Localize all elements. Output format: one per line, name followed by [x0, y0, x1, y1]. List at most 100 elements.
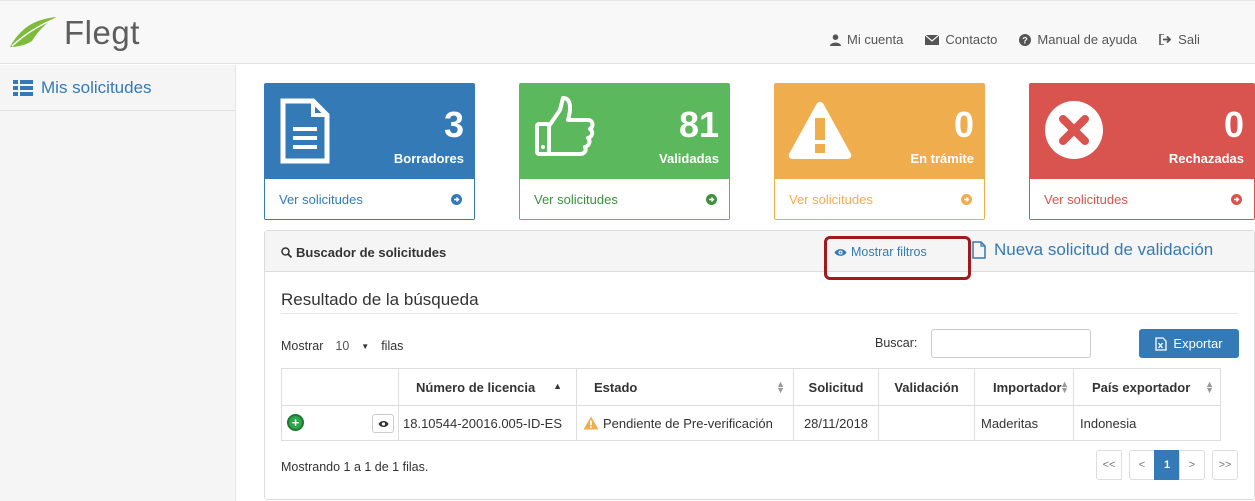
col-license-number-label: Número de licencia — [416, 379, 536, 395]
new-request-label: Nueva solicitud de validación — [994, 240, 1214, 259]
col-request: Solicitud — [793, 368, 879, 406]
validated-label: Validadas — [659, 151, 719, 166]
help-manual-link[interactable]: ? Manual de ayuda — [1019, 32, 1137, 47]
col-export-country[interactable]: País exportador ▲ ▼ — [1073, 368, 1221, 406]
file-excel-icon — [1155, 336, 1168, 351]
rejected-label: Rechazadas — [1168, 151, 1244, 166]
view-row-button[interactable] — [372, 414, 394, 433]
envelope-icon — [925, 34, 940, 45]
caret-down-icon: ▼ — [361, 341, 370, 351]
app-name: Flegt — [64, 13, 140, 51]
sidebar-item-my-requests[interactable]: Mis solicitudes — [0, 65, 235, 111]
warning-icon — [583, 416, 599, 430]
request-date-cell: 28/11/2018 — [793, 405, 879, 441]
prev-page-button[interactable]: < — [1129, 450, 1155, 480]
page-size-select[interactable]: 10 ▼ — [329, 335, 375, 357]
col-export-country-label: País exportador — [1092, 379, 1191, 395]
rejected-view-link[interactable]: Ver solicitudes — [1030, 179, 1254, 219]
next-page-button[interactable]: > — [1179, 450, 1205, 480]
drafts-card-header: 3 Borradores — [265, 84, 474, 179]
question-circle-icon: ? — [1019, 33, 1032, 46]
search-panel: Buscador de solicitudes Mostrar filtros … — [264, 230, 1255, 500]
in-progress-view-label: Ver solicitudes — [789, 191, 873, 207]
times-circle-icon — [1045, 101, 1103, 159]
export-country-cell: Indonesia — [1073, 405, 1221, 441]
license-number-cell: 18.10544-20016.005-ID-ES — [398, 405, 577, 441]
sort-icon: ▲ ▼ — [1205, 379, 1214, 395]
table-row: + 18.10544-20016.005-ID-ES Pendiente de … — [281, 405, 1221, 441]
help-manual-label: Manual de ayuda — [1037, 32, 1138, 47]
my-account-link[interactable]: Mi cuenta — [830, 32, 903, 47]
first-page-button[interactable]: << — [1096, 450, 1122, 480]
new-request-button[interactable]: Nueva solicitud de validación — [972, 240, 1213, 260]
top-nav-links: Mi cuenta Contacto ? Manual de ayuda Sal… — [830, 32, 1222, 47]
sign-out-icon — [1159, 34, 1172, 45]
rows-label: filas — [381, 339, 404, 353]
col-importer[interactable]: Importador ▲ ▼ — [974, 368, 1074, 406]
result-title: Resultado de la búsqueda — [281, 290, 479, 309]
col-status[interactable]: Estado ▲ ▼ — [576, 368, 794, 406]
logout-link[interactable]: Sali — [1159, 32, 1200, 47]
validation-cell — [878, 405, 975, 441]
user-icon — [830, 33, 841, 46]
col-validation: Validación — [878, 368, 975, 406]
search-panel-header: Buscador de solicitudes Mostrar filtros … — [265, 231, 1254, 272]
in-progress-card-header: 0 En trámite — [775, 84, 984, 179]
rejected-card: 0 Rechazadas Ver solicitudes — [1029, 83, 1255, 220]
in-progress-count: 0 — [953, 104, 974, 145]
results-table: Número de licencia ▲ Estado ▲ ▼ Solicitud V… — [281, 368, 1221, 441]
file-icon — [972, 241, 986, 259]
contact-label: Contacto — [945, 32, 998, 47]
page-size-value: 10 — [335, 339, 350, 353]
drafts-card: 3 Borradores Ver solicitudes — [264, 83, 475, 220]
rejected-view-label: Ver solicitudes — [1044, 191, 1128, 207]
drafts-label: Borradores — [393, 151, 464, 166]
pagination: << < 1 > >> — [1096, 450, 1238, 480]
eye-icon — [378, 420, 388, 427]
last-page-button[interactable]: >> — [1212, 450, 1238, 480]
validated-view-link[interactable]: Ver solicitudes — [520, 179, 729, 219]
validated-count: 81 — [678, 104, 719, 145]
in-progress-view-link[interactable]: Ver solicitudes — [775, 179, 984, 219]
rejected-count: 0 — [1223, 104, 1244, 145]
col-status-label: Estado — [594, 379, 638, 395]
status-cell: Pendiente de Pre-verificación — [576, 405, 794, 441]
row-actions: + — [281, 405, 399, 441]
col-actions — [281, 368, 399, 406]
thumbs-up-icon — [535, 96, 595, 156]
validated-view-label: Ver solicitudes — [534, 191, 618, 207]
leaf-icon — [10, 17, 56, 47]
drafts-count: 3 — [443, 104, 464, 145]
my-account-label: Mi cuenta — [847, 32, 904, 47]
pagination-info: Mostrando 1 a 1 de 1 filas. — [281, 460, 429, 474]
arrow-circle-right-icon — [1231, 193, 1242, 205]
contact-link[interactable]: Contacto — [925, 32, 997, 47]
arrow-circle-right-icon — [706, 193, 717, 205]
sort-icon: ▲ ▼ — [776, 379, 785, 395]
export-button[interactable]: Exportar — [1139, 329, 1239, 358]
page-1-button[interactable]: 1 — [1154, 450, 1180, 480]
warning-icon — [788, 102, 852, 159]
status-text: Pendiente de Pre-verificación — [603, 415, 773, 431]
app-logo[interactable]: Flegt — [8, 15, 140, 49]
search-input[interactable] — [931, 329, 1091, 358]
in-progress-card: 0 En trámite Ver solicitudes — [774, 83, 985, 220]
expand-row-button[interactable]: + — [287, 414, 304, 431]
importer-cell: Maderitas — [974, 405, 1074, 441]
arrow-circle-right-icon — [451, 193, 462, 205]
col-license-number[interactable]: Número de licencia ▲ — [398, 368, 577, 406]
panel-title: Buscador de solicitudes — [281, 245, 446, 260]
sort-icon: ▲ ▼ — [1060, 379, 1069, 395]
svg-text:?: ? — [1023, 35, 1029, 45]
divider — [281, 313, 1238, 314]
drafts-view-link[interactable]: Ver solicitudes — [265, 179, 474, 219]
list-icon — [13, 79, 33, 96]
document-icon — [280, 98, 330, 164]
table-header-row: Número de licencia ▲ Estado ▲ ▼ Solicitud V… — [281, 368, 1221, 406]
sort-asc-icon: ▲ — [553, 381, 562, 391]
table-controls: Mostrar 10 ▼ filas Buscar: Exportar — [281, 329, 1239, 359]
col-importer-label: Importador — [993, 379, 1062, 395]
annotation-highlight-box — [824, 236, 971, 280]
drafts-view-label: Ver solicitudes — [279, 191, 363, 207]
logout-label: Sali — [1178, 32, 1200, 47]
